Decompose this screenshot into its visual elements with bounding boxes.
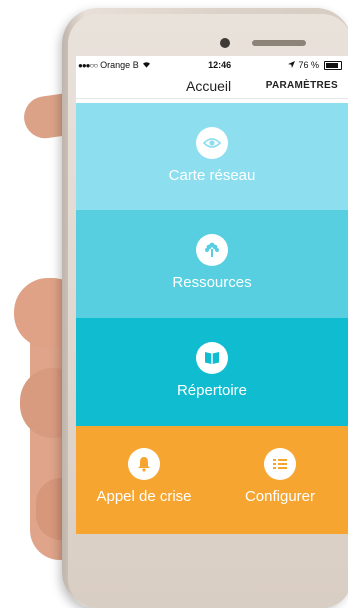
page-title: Accueil (186, 78, 232, 94)
front-camera (220, 38, 230, 48)
tile-appel-de-crise[interactable]: Appel de crise (76, 426, 212, 534)
battery-percent: 76 % (298, 60, 319, 70)
status-bar: ●●●○○ Orange B 12:46 76 % (76, 56, 348, 74)
tile-label: Configurer (244, 488, 316, 505)
book-icon (196, 342, 228, 374)
bottom-tiles: Appel de crise Configurer (76, 426, 348, 534)
tile-repertoire[interactable]: Répertoire (76, 318, 348, 426)
tile-label: Ressources (172, 274, 252, 291)
location-icon (288, 60, 296, 70)
bell-icon (128, 448, 160, 480)
tile-label: Appel de crise (96, 488, 192, 505)
battery-icon (324, 60, 342, 70)
tile-ressources[interactable]: Ressources (76, 210, 348, 318)
tile-configurer[interactable]: Configurer (212, 426, 348, 534)
list-icon (264, 448, 296, 480)
app-screen: ●●●○○ Orange B 12:46 76 % Accueil PARAMÈ… (76, 56, 348, 534)
earpiece (252, 40, 306, 46)
tile-carte-reseau[interactable]: Carte réseau (76, 103, 348, 210)
tile-label: Répertoire (176, 382, 248, 399)
navigation-bar: Accueil PARAMÈTRES (76, 74, 348, 99)
clock: 12:46 (208, 60, 232, 70)
settings-button[interactable]: PARAMÈTRES (266, 80, 338, 91)
tree-icon (196, 234, 228, 266)
wifi-icon (142, 60, 151, 70)
carrier-name: Orange B (100, 60, 139, 70)
eye-icon (196, 127, 228, 159)
signal-icon: ●●●○○ (78, 60, 98, 70)
tile-label: Carte réseau (168, 167, 256, 184)
